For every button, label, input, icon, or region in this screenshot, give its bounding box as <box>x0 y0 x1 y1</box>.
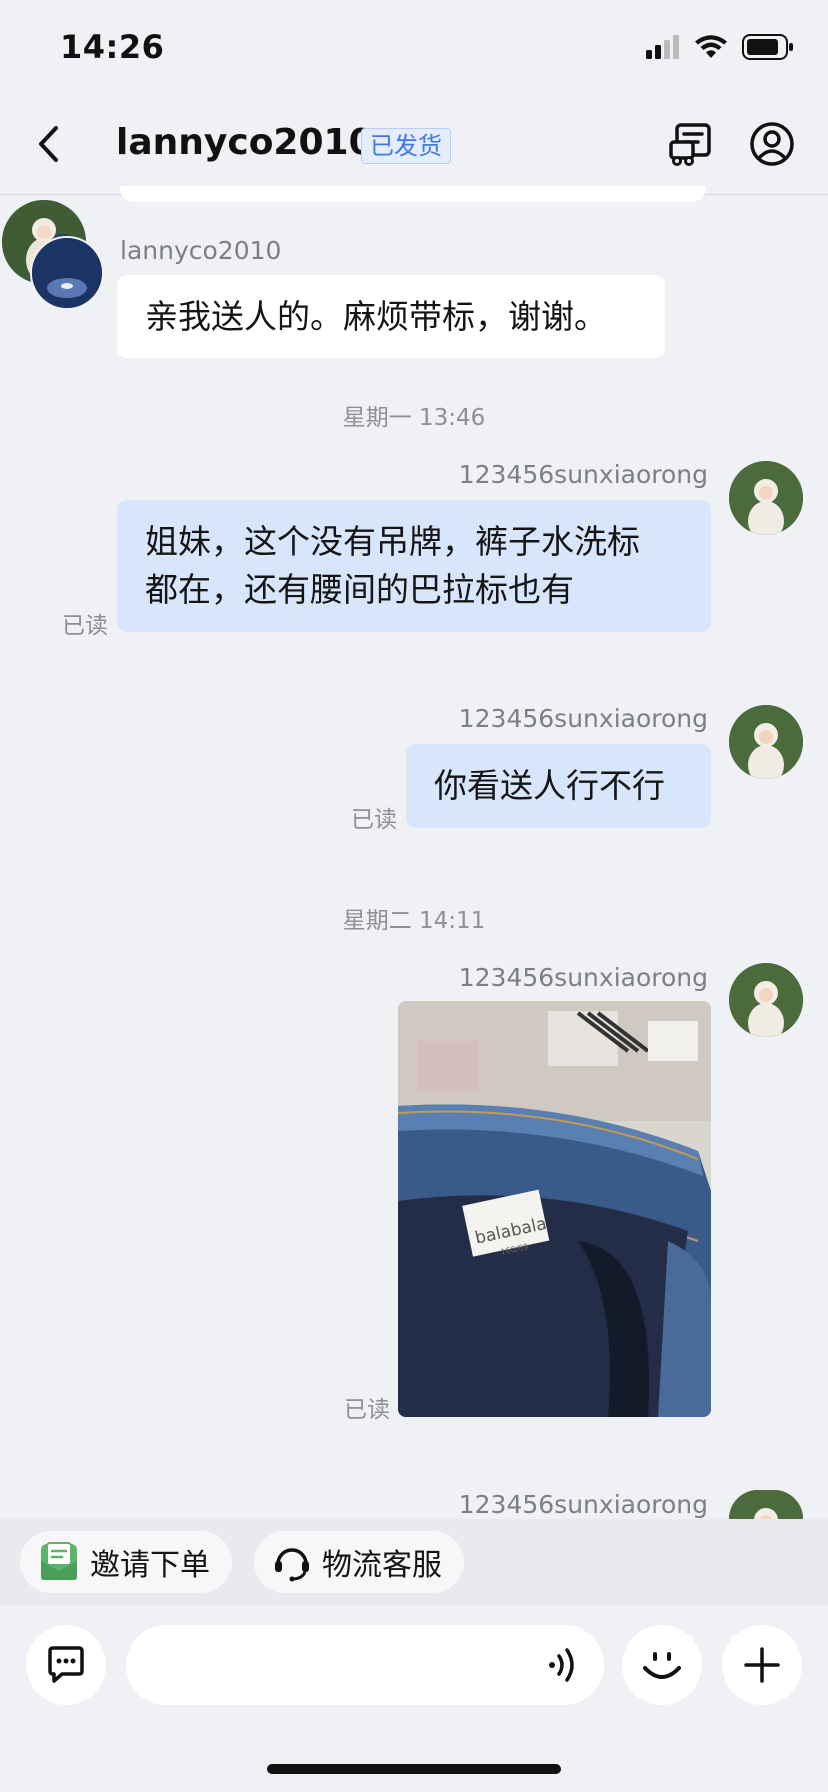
plus-icon <box>744 1647 780 1683</box>
logistics-service-icon <box>275 1548 309 1582</box>
sender-name: lannyco2010 <box>120 236 282 265</box>
message-bubble[interactable]: 亲我送人的。麻烦带标，谢谢。 <box>117 275 665 358</box>
voice-wave-icon[interactable] <box>546 1645 582 1685</box>
navigation-bar: lannyco2010 已发货 <box>0 96 828 195</box>
home-indicator[interactable] <box>267 1764 561 1774</box>
invite-order-icon <box>41 1542 77 1580</box>
message-input[interactable] <box>126 1625 604 1705</box>
wifi-icon <box>695 35 727 58</box>
chevron-left-icon <box>39 126 58 162</box>
message-line: 都在，还有腰间的巴拉标也有 <box>145 570 574 609</box>
chat-mode-button[interactable] <box>26 1625 106 1705</box>
order-document-icon <box>669 123 711 166</box>
read-status: 已读 <box>344 1397 390 1423</box>
cellular-signal-icon <box>646 35 679 59</box>
quick-actions-bar: 邀请下单 物流客服 <box>0 1519 828 1605</box>
back-button[interactable] <box>30 122 70 166</box>
status-icons <box>646 34 794 60</box>
order-document-button[interactable] <box>668 120 716 168</box>
avatar[interactable] <box>729 1490 803 1519</box>
logistics-service-label: 物流客服 <box>322 1548 442 1583</box>
timestamp: 星期一 13:46 <box>342 405 486 431</box>
avatar[interactable] <box>729 963 803 1037</box>
sender-name: 123456sunxiaorong <box>458 963 708 992</box>
image-message[interactable]: balabala 160/69 <box>398 1001 711 1417</box>
order-status-badge[interactable]: 已发货 <box>361 128 451 164</box>
read-status: 已读 <box>62 613 108 639</box>
invite-order-label: 邀请下单 <box>90 1548 210 1583</box>
chat-bubble-icon <box>48 1646 84 1683</box>
sender-name: 123456sunxiaorong <box>458 460 708 489</box>
logistics-service-button[interactable]: 物流客服 <box>254 1531 464 1593</box>
message-bubble[interactable]: 姐妹，这个没有吊牌，裤子水洗标 都在，还有腰间的巴拉标也有 <box>117 500 711 632</box>
previous-message-bubble-edge <box>120 186 706 202</box>
invite-order-button[interactable]: 邀请下单 <box>20 1531 232 1593</box>
message-bubble[interactable]: 你看送人行不行 <box>406 744 711 828</box>
sender-name: 123456sunxiaorong <box>458 1490 708 1519</box>
timestamp: 星期二 14:11 <box>342 908 486 934</box>
avatar[interactable] <box>729 461 803 535</box>
smiley-icon <box>643 1652 681 1679</box>
sender-name: 123456sunxiaorong <box>458 704 708 733</box>
status-time: 14:26 <box>60 28 165 66</box>
avatar[interactable] <box>729 705 803 779</box>
emoji-button[interactable] <box>622 1625 702 1705</box>
battery-icon <box>742 34 793 60</box>
profile-button[interactable] <box>748 120 796 168</box>
user-profile-icon <box>750 122 794 166</box>
message-line: 姐妹，这个没有吊牌，裤子水洗标 <box>145 522 640 561</box>
chat-title[interactable]: lannyco2010 <box>116 122 374 163</box>
add-attachment-button[interactable] <box>722 1625 802 1705</box>
avatar-secondary <box>30 236 104 310</box>
read-status: 已读 <box>351 807 397 833</box>
